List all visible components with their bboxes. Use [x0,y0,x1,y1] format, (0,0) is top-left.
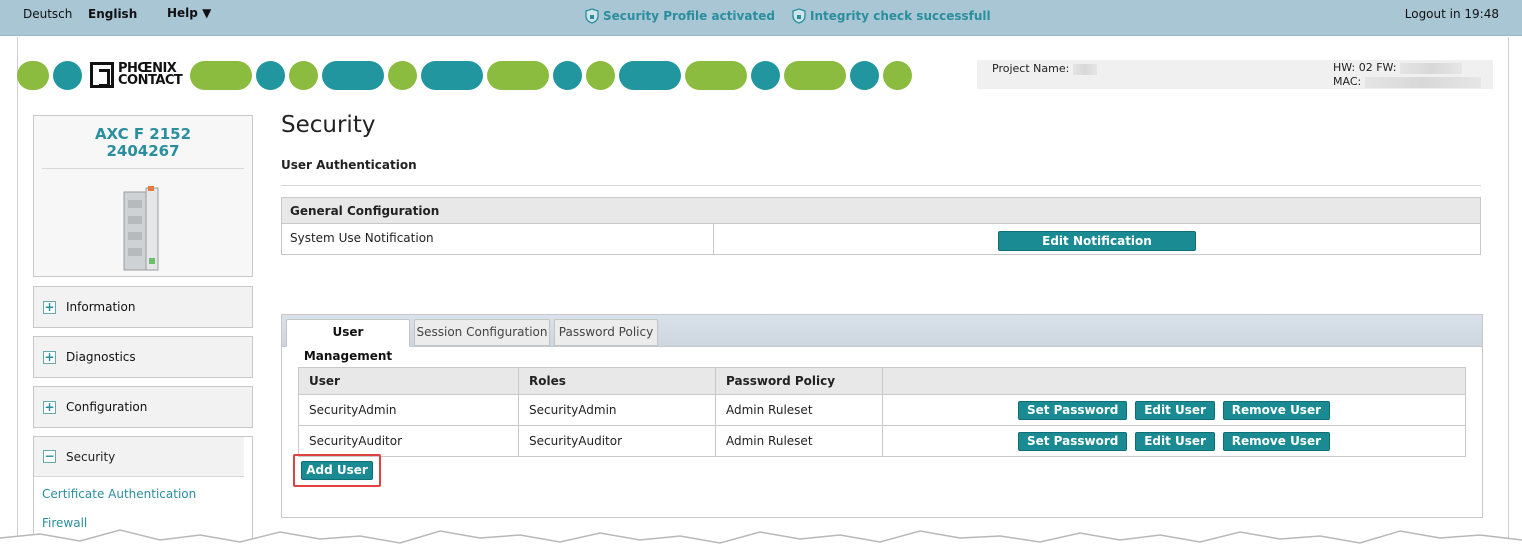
banner-pill [883,60,913,90]
banner-pill [751,60,781,90]
system-use-notification-label: System Use Notification [282,224,714,255]
sidebar-item-security[interactable]: − Security [34,437,244,477]
cell-actions: Set Password Edit User Remove User [882,394,1466,426]
cell-role: SecurityAdmin [518,394,716,426]
banner-pill [619,60,682,90]
banner-pill [685,60,748,90]
banner-pill [421,60,484,90]
language-english-link[interactable]: English [88,7,137,21]
general-configuration-panel: General Configuration System Use Notific… [281,197,1481,255]
plus-icon: + [43,399,56,414]
integrity-check-status: Integrity check successfull [792,8,991,24]
project-info-box: Project Name: HW: 02 FW: MAC: [977,60,1493,89]
cell-role: SecurityAuditor [518,425,716,457]
page-title: Security [281,112,376,138]
cell-policy: Admin Ruleset [715,394,883,426]
plus-icon: + [43,349,56,364]
tab-password-policy[interactable]: Password Policy [554,319,658,346]
security-profile-text: Security Profile activated [603,9,775,23]
sidebar-item-label: Diagnostics [66,350,136,364]
add-user-highlight: Add User [293,454,381,487]
divider [42,168,244,169]
sidebar-item-label: Information [66,300,136,314]
torn-edge-decoration [0,529,1522,555]
banner-pill [289,60,319,90]
minus-icon: − [43,449,56,463]
table-header-row: User Roles Password Policy [298,367,1466,395]
project-name-label: Project Name: [992,62,1097,75]
cell-policy: Admin Ruleset [715,425,883,457]
table-row: SecurityAdmin SecurityAdmin Admin Rulese… [298,394,1466,426]
sidebar-item-label: Security [66,449,116,464]
top-bar: Deutsch English Help ▼ Security Profile … [0,0,1522,36]
add-user-button[interactable]: Add User [301,461,373,480]
edit-user-button[interactable]: Edit User [1135,400,1215,420]
set-password-button[interactable]: Set Password [1017,431,1128,451]
cell-actions: Set Password Edit User Remove User [882,425,1466,457]
sidebar-item-configuration[interactable]: + Configuration [33,386,253,428]
logo-mark-icon [90,62,114,88]
set-password-button[interactable]: Set Password [1017,400,1128,420]
remove-user-button[interactable]: Remove User [1222,431,1331,451]
mac-label: MAC: [1333,75,1481,88]
banner-pill [53,60,82,90]
help-menu[interactable]: Help ▼ [167,6,211,20]
phoenix-contact-logo: PHŒNIX CONTACT [86,61,186,90]
device-name: AXC F 2152 [94,125,192,143]
banner-pill [190,60,253,90]
section-subtitle: User Authentication [281,158,417,172]
tab-bar: User Management Session Configuration Pa… [282,315,1482,363]
user-tabs-panel: User Management Session Configuration Pa… [281,314,1483,518]
sidebar-subitem-certificate-authentication[interactable]: Certificate Authentication [42,487,196,501]
logout-link[interactable]: Logout in 19:48 [1405,7,1499,21]
column-header-actions [882,367,1466,395]
hw-fw-label: HW: 02 FW: [1333,61,1462,74]
integrity-check-text: Integrity check successfull [810,9,991,23]
banner-pill [487,60,550,90]
general-configuration-header: General Configuration [282,198,1480,224]
sidebar-item-label: Configuration [66,400,148,414]
remove-user-button[interactable]: Remove User [1222,400,1331,420]
language-deutsch-link[interactable]: Deutsch [23,7,72,21]
device-image [123,186,159,271]
edit-user-button[interactable]: Edit User [1135,431,1215,451]
column-header-user: User [298,367,519,395]
sidebar-item-information[interactable]: + Information [33,286,253,328]
tab-user-management[interactable]: User Management [286,319,410,363]
shield-icon [792,8,806,24]
device-info-box: AXC F 2152 2404267 [33,115,253,277]
cell-user: SecurityAdmin [298,394,519,426]
device-number: 2404267 [106,142,180,160]
plus-icon: + [43,299,56,314]
security-profile-status: Security Profile activated [585,8,775,24]
users-table: User Roles Password Policy SecurityAdmin… [298,367,1466,457]
table-row: SecurityAuditor SecurityAuditor Admin Ru… [298,425,1466,457]
edit-notification-button[interactable]: Edit Notification [998,231,1196,251]
banner-pill [784,60,847,90]
divider [281,185,1481,186]
system-use-notification-row: System Use Notification Edit Notificatio… [282,224,1480,255]
cell-user: SecurityAuditor [298,425,519,457]
banner-pill [850,60,880,90]
column-header-password-policy: Password Policy [715,367,883,395]
banner-pill [553,60,583,90]
banner-pill [256,60,286,90]
tab-session-configuration[interactable]: Session Configuration [414,319,550,346]
column-header-roles: Roles [518,367,716,395]
logo-line2: CONTACT [118,73,183,88]
banner-pill [17,60,49,90]
sidebar-item-diagnostics[interactable]: + Diagnostics [33,336,253,378]
brand-banner: PHŒNIX CONTACT [17,60,913,90]
shield-icon [585,8,599,24]
banner-pill [586,60,616,90]
banner-pill [322,60,385,90]
banner-pill [388,60,418,90]
